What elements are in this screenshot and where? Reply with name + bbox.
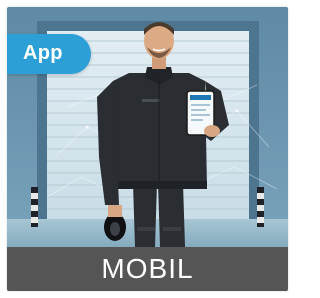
caption-bar: MOBIL	[7, 247, 288, 291]
caption-label: MOBIL	[101, 253, 194, 284]
app-badge-label: App	[23, 42, 63, 64]
app-promo-card[interactable]: App MOBIL	[7, 7, 288, 291]
app-badge: App	[7, 34, 91, 74]
